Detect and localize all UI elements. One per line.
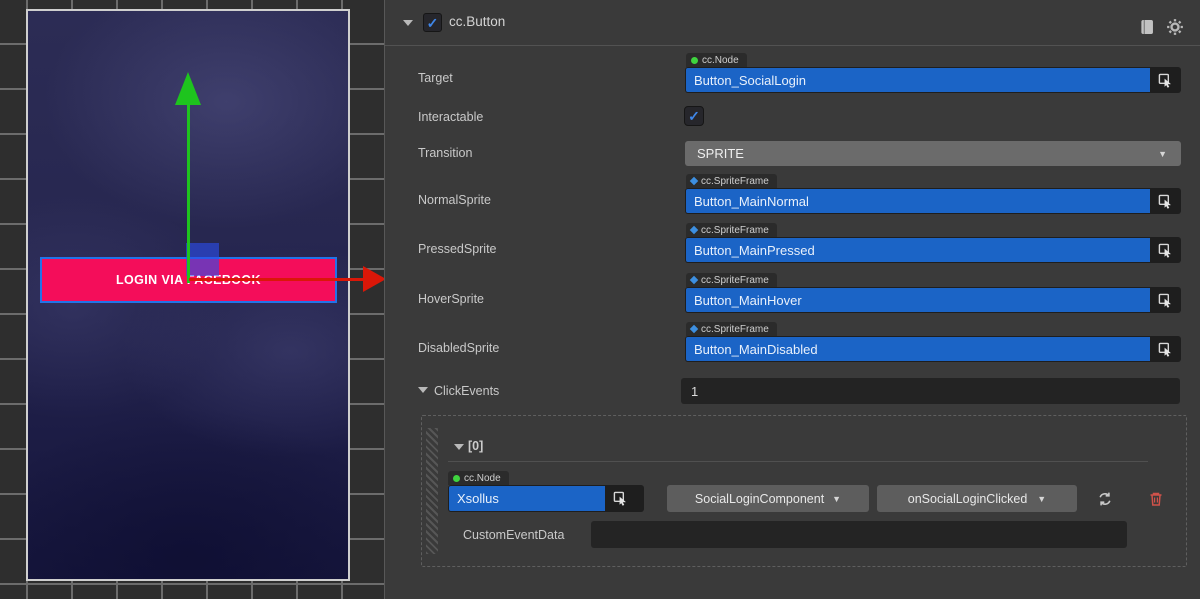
normal-sprite-ref-field[interactable]: Button_MainNormal — [685, 188, 1181, 214]
target-ref-value: Button_SocialLogin — [686, 68, 1150, 92]
event-node-value: Xsollus — [449, 486, 605, 511]
refresh-icon[interactable] — [1097, 491, 1113, 507]
target-ref-field[interactable]: Button_SocialLogin — [685, 67, 1181, 93]
type-tag: cc.Node — [686, 53, 747, 67]
gizmo-x-axis-arrowhead-icon[interactable] — [363, 266, 384, 292]
gizmo-rect-handle[interactable] — [186, 243, 219, 276]
transition-value: SPRITE — [697, 146, 744, 161]
hover-sprite-ref-field[interactable]: Button_MainHover — [685, 287, 1181, 313]
custom-event-data-input[interactable] — [591, 521, 1127, 548]
collapse-arrow-icon[interactable] — [418, 387, 428, 393]
handler-dropdown[interactable]: onSocialLoginClicked ▼ — [877, 485, 1077, 512]
divider — [448, 461, 1148, 462]
type-tag: cc.SpriteFrame — [686, 273, 777, 287]
pressed-sprite-label: PressedSprite — [418, 242, 497, 256]
check-icon: ✓ — [688, 109, 700, 123]
docs-icon[interactable] — [1138, 18, 1156, 36]
spriteframe-type-icon — [690, 226, 698, 234]
node-type-icon — [691, 57, 698, 64]
scene-view[interactable]: LOGIN VIA FACEBOOK — [0, 0, 384, 599]
editor-root: LOGIN VIA FACEBOOK ✓ cc.Button — [0, 0, 1200, 599]
collapse-arrow-icon[interactable] — [403, 20, 413, 26]
gizmo-y-axis[interactable] — [187, 103, 190, 283]
normal-sprite-label: NormalSprite — [418, 193, 491, 207]
pressed-sprite-ref-field[interactable]: Button_MainPressed — [685, 237, 1181, 263]
type-tag: cc.Node — [448, 471, 509, 485]
click-event-item: [0] cc.Node Xsollus SocialLoginComponent… — [421, 415, 1187, 567]
component-dropdown[interactable]: SocialLoginComponent ▼ — [667, 485, 869, 512]
event-index-label: [0] — [468, 439, 483, 453]
gizmo-x-axis[interactable] — [189, 278, 365, 281]
asset-picker-icon[interactable] — [1150, 188, 1181, 214]
spriteframe-type-icon — [690, 276, 698, 284]
chevron-down-icon: ▼ — [1158, 149, 1167, 159]
drag-handle[interactable] — [426, 428, 438, 554]
component-enabled-checkbox[interactable]: ✓ — [423, 13, 442, 32]
event-node-ref-field[interactable]: Xsollus — [448, 485, 644, 512]
chevron-down-icon: ▼ — [1037, 494, 1046, 504]
type-tag: cc.SpriteFrame — [686, 223, 777, 237]
check-icon: ✓ — [427, 16, 439, 30]
chevron-down-icon: ▼ — [832, 494, 841, 504]
node-picker-icon[interactable] — [605, 485, 636, 512]
click-events-count-field[interactable]: 1 — [681, 378, 1180, 404]
trash-icon[interactable] — [1148, 491, 1164, 507]
asset-picker-icon[interactable] — [1150, 287, 1181, 313]
hover-sprite-label: HoverSprite — [418, 292, 484, 306]
asset-picker-icon[interactable] — [1150, 237, 1181, 263]
asset-picker-icon[interactable] — [1150, 336, 1181, 362]
gizmo-y-axis-arrowhead-icon[interactable] — [175, 72, 201, 105]
target-label: Target — [418, 71, 453, 85]
component-header: ✓ cc.Button — [385, 0, 1200, 46]
gear-icon[interactable] — [1166, 18, 1184, 36]
normal-sprite-value: Button_MainNormal — [686, 189, 1150, 213]
transition-dropdown[interactable]: SPRITE ▼ — [685, 141, 1181, 166]
interactable-label: Interactable — [418, 110, 483, 124]
interactable-checkbox[interactable]: ✓ — [684, 106, 704, 126]
type-tag: cc.SpriteFrame — [686, 322, 777, 336]
disabled-sprite-value: Button_MainDisabled — [686, 337, 1150, 361]
spriteframe-type-icon — [690, 177, 698, 185]
type-tag: cc.SpriteFrame — [686, 174, 777, 188]
transition-label: Transition — [418, 146, 472, 160]
disabled-sprite-label: DisabledSprite — [418, 341, 499, 355]
hover-sprite-value: Button_MainHover — [686, 288, 1150, 312]
pressed-sprite-value: Button_MainPressed — [686, 238, 1150, 262]
inspector-panel: ✓ cc.Button Target cc.Node Button_Social… — [384, 0, 1200, 599]
collapse-arrow-icon[interactable] — [454, 444, 464, 450]
node-type-icon — [453, 475, 460, 482]
custom-event-data-label: CustomEventData — [463, 528, 564, 542]
disabled-sprite-ref-field[interactable]: Button_MainDisabled — [685, 336, 1181, 362]
component-title: cc.Button — [449, 14, 505, 29]
spriteframe-type-icon — [690, 325, 698, 333]
click-events-label: ClickEvents — [434, 384, 499, 398]
node-picker-icon[interactable] — [1150, 67, 1181, 93]
